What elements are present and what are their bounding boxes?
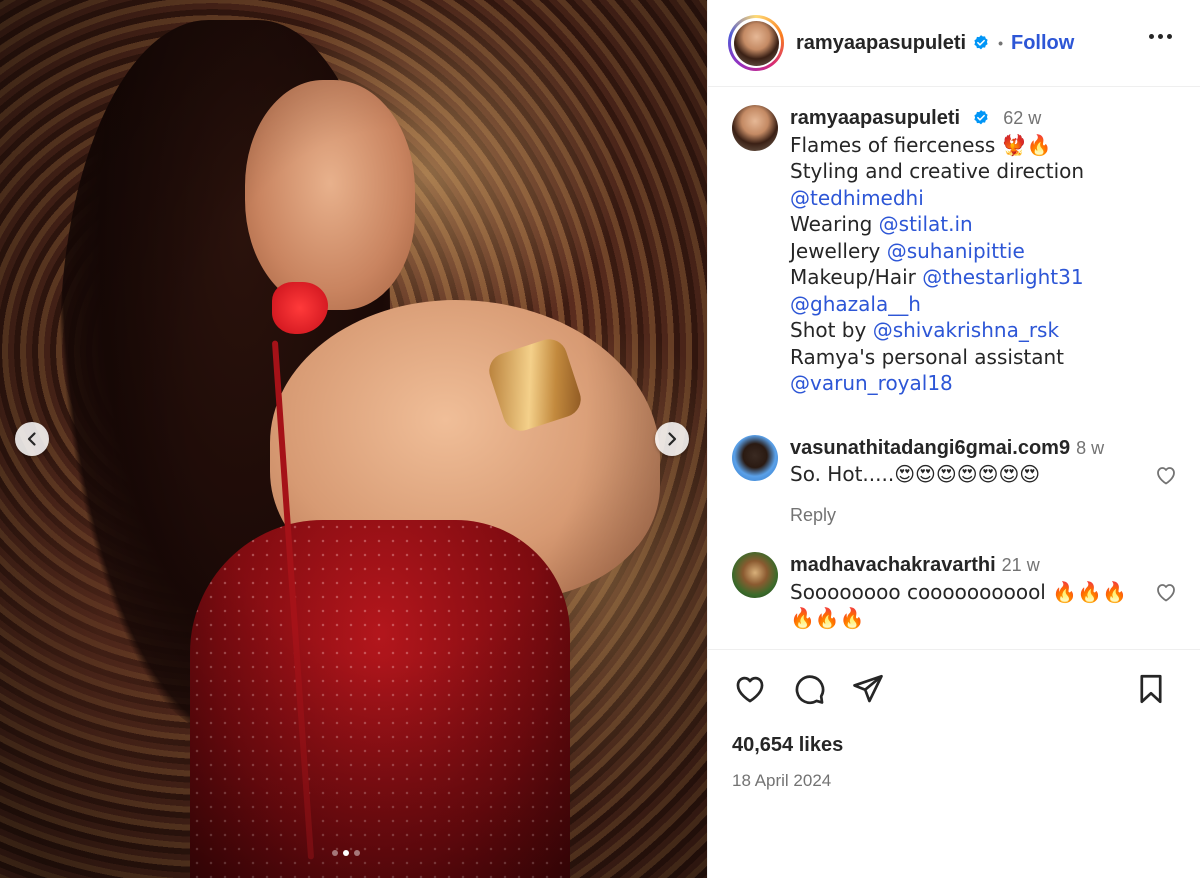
caption-line-text: Jewellery	[790, 238, 887, 263]
caption-line: @ghazala__h	[790, 291, 1178, 318]
header-separator: •	[998, 35, 1003, 51]
comment-text: Soooooooo cooooooooool 🔥🔥🔥🔥🔥🔥	[790, 579, 1127, 631]
mention-link[interactable]: @thestarlight31	[922, 265, 1083, 289]
post-panel: ramyaapasupuleti • Follow ramyaapasupule…	[707, 0, 1200, 878]
mention-link[interactable]: @varun_royal18	[790, 371, 953, 395]
mention-link[interactable]: @stilat.in	[879, 212, 973, 236]
save-button[interactable]	[1133, 671, 1169, 707]
carousel-prev-button[interactable]	[15, 422, 49, 456]
carousel-dot	[343, 850, 349, 856]
caption-line: @tedhimedhi	[790, 185, 1178, 212]
mention-link[interactable]: @tedhimedhi	[790, 186, 924, 210]
comment-text: So. Hot.....😍😍😍😍😍😍😍	[790, 462, 1041, 486]
post-date[interactable]: 18 April 2024	[732, 771, 1177, 791]
caption-username[interactable]: ramyaapasupuleti	[790, 107, 960, 129]
comment-like-icon[interactable]	[1154, 463, 1178, 487]
carousel-next-button[interactable]	[655, 422, 689, 456]
caption-line-text: Ramya's personal assistant	[790, 344, 1064, 369]
commenter-avatar[interactable]	[732, 552, 778, 598]
comment-time[interactable]: 8 w	[1076, 438, 1104, 458]
caption-line: Styling and creative direction	[790, 158, 1178, 185]
caption-line: @varun_royal18	[790, 370, 1178, 397]
caption-line: Ramya's personal assistant	[790, 344, 1178, 371]
follow-button[interactable]: Follow	[1011, 32, 1074, 55]
caption-line: Flames of fierceness 🐦‍🔥🔥	[790, 132, 1178, 159]
comment-button[interactable]	[791, 671, 827, 707]
caption-line-text: Flames of fierceness 🐦‍🔥🔥	[790, 132, 1052, 157]
reply-button[interactable]: Reply	[790, 502, 1178, 529]
paper-plane-icon	[853, 674, 883, 703]
comment-username[interactable]: madhavachakravarthi	[790, 554, 996, 576]
carousel-dot	[332, 850, 338, 856]
caption-line: Wearing @stilat.in	[790, 211, 1178, 238]
carousel-indicator	[332, 850, 360, 856]
bookmark-icon	[1140, 674, 1162, 704]
mention-link[interactable]: @ghazala__h	[790, 292, 921, 316]
carousel-dot	[354, 850, 360, 856]
caption-line: Shot by @shivakrishna_rsk	[790, 317, 1178, 344]
mention-link[interactable]: @shivakrishna_rsk	[873, 318, 1059, 342]
comment-like-icon[interactable]	[1154, 580, 1178, 604]
avatar	[733, 20, 779, 66]
caption-line-text: Makeup/Hair	[790, 265, 923, 289]
chevron-right-icon	[668, 432, 677, 446]
header-username[interactable]: ramyaapasupuleti	[796, 32, 966, 55]
comments-section[interactable]: ramyaapasupuleti 62 w Flames of fiercene…	[708, 87, 1200, 647]
caption-line: Makeup/Hair @thestarlight31	[790, 264, 1178, 291]
more-options-icon[interactable]	[1149, 34, 1172, 39]
comment-item: vasunathitadangi6gmai.com9 8 w So. Hot...…	[732, 434, 1178, 529]
heart-icon	[736, 676, 764, 703]
commenter-avatar[interactable]	[732, 434, 778, 481]
post-media[interactable]	[0, 0, 707, 878]
share-button[interactable]	[850, 671, 886, 707]
post-actions: 40,654 likes 18 April 2024	[708, 649, 1200, 791]
story-ring[interactable]	[728, 15, 784, 71]
caption-time[interactable]: 62 w	[1003, 108, 1041, 128]
comment-item: madhavachakravarthi 21 w Soooooooo cooooo…	[732, 552, 1178, 632]
photo-vignette	[0, 0, 707, 878]
caption-avatar[interactable]	[732, 105, 778, 151]
chevron-left-icon	[27, 432, 36, 446]
likes-count[interactable]: 40,654 likes	[732, 734, 1177, 757]
verified-badge-icon	[974, 35, 988, 50]
comment-username[interactable]: vasunathitadangi6gmai.com9	[790, 437, 1070, 459]
caption-line-text: Styling and creative direction	[790, 159, 1085, 183]
mention-link[interactable]: @suhanipittie	[887, 239, 1025, 263]
like-button[interactable]	[732, 671, 768, 707]
caption-line-text: Shot by	[790, 318, 873, 342]
caption-text: Flames of fierceness 🐦‍🔥🔥 Styling and cre…	[790, 132, 1178, 397]
caption: ramyaapasupuleti 62 w Flames of fiercene…	[732, 105, 1178, 397]
comment-bubble-icon	[795, 675, 825, 705]
caption-line: Jewellery @suhanipittie	[790, 238, 1178, 265]
comment-time[interactable]: 21 w	[1002, 555, 1040, 575]
post-header: ramyaapasupuleti • Follow	[708, 0, 1200, 87]
verified-badge-icon	[974, 110, 988, 125]
caption-line-text: Wearing	[790, 212, 879, 236]
